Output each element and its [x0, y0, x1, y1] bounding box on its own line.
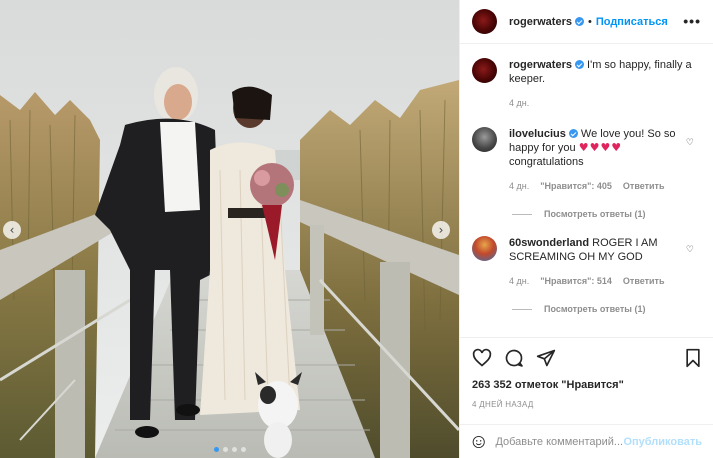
carousel-dot [222, 447, 228, 452]
red-heart-emoji-icon: ♥♥♥♥ [578, 141, 623, 154]
carousel-dot [231, 447, 237, 452]
carousel-prev-button[interactable]: ‹ [3, 221, 21, 239]
emoji-smiley-icon[interactable] [472, 432, 485, 452]
comment-bubble-icon[interactable] [504, 348, 524, 368]
comment-like-heart-icon[interactable]: ♡ [686, 138, 694, 148]
carousel-dot [213, 447, 219, 452]
view-replies-button[interactable]: Посмотреть ответы (1) [512, 304, 702, 314]
carousel-next-button[interactable]: › [432, 221, 450, 239]
comments-list: rogerwaters I'm so happy, finally a keep… [460, 58, 713, 314]
carousel-indicator [0, 447, 459, 452]
comment-avatar[interactable] [472, 127, 497, 152]
comment-composer: Опубликовать [460, 424, 713, 458]
comment-time[interactable]: 4 дн. [509, 179, 529, 193]
comment-meta: 4 дн. "Нравится": 405 Ответить [509, 179, 699, 193]
caption-username[interactable]: rogerwaters [509, 59, 572, 71]
carousel-dot [240, 447, 246, 452]
comment-like-heart-icon[interactable]: ♡ [686, 245, 694, 255]
wedding-photo [0, 0, 459, 458]
caption-avatar[interactable] [472, 58, 497, 83]
comment-body: 60swonderland ROGER I AM SCREAMING OH MY… [509, 236, 699, 288]
caption-meta: 4 дн. [509, 96, 699, 110]
header-separator: • [587, 15, 592, 28]
caption-time[interactable]: 4 дн. [509, 96, 529, 110]
comment-like-count[interactable]: "Нравится": 405 [540, 179, 612, 193]
action-icons [472, 338, 702, 378]
bookmark-icon[interactable] [684, 348, 702, 368]
verified-badge-icon [574, 60, 584, 69]
reply-button[interactable]: Ответить [623, 179, 665, 193]
chevron-right-icon: › [438, 223, 444, 237]
reply-button[interactable]: Ответить [623, 274, 665, 288]
view-replies-label: Посмотреть ответы (1) [544, 209, 646, 219]
comment-input[interactable] [495, 435, 624, 448]
caption-body: rogerwaters I'm so happy, finally a keep… [509, 58, 699, 110]
comment-item: 60swonderland ROGER I AM SCREAMING OH MY… [472, 236, 702, 288]
publish-button[interactable]: Опубликовать [623, 436, 702, 448]
post-side-panel: rogerwaters • Подписаться ••• rogerwater… [459, 0, 713, 458]
instagram-post: ‹ › rogerwaters • Подписаться ••• rogerw… [0, 0, 713, 458]
author-username[interactable]: rogerwaters [509, 16, 572, 28]
comment-meta: 4 дн. "Нравится": 514 Ответить [509, 274, 699, 288]
view-replies-label: Посмотреть ответы (1) [544, 304, 646, 314]
post-photo[interactable]: ‹ › [0, 0, 459, 458]
comment-time[interactable]: 4 дн. [509, 274, 529, 288]
follow-button[interactable]: Подписаться [596, 16, 668, 28]
comment-username[interactable]: 60swonderland [509, 237, 589, 249]
comment-item: ilovelucius We love you! So so happy for… [472, 127, 702, 193]
post-header: rogerwaters • Подписаться ••• [460, 0, 713, 44]
post-date[interactable]: 4 ДНЕЙ НАЗАД [472, 400, 702, 409]
like-count[interactable]: 263 352 отметок "Нравится" [472, 379, 702, 391]
more-options-icon[interactable]: ••• [683, 13, 701, 29]
comment-like-count[interactable]: "Нравится": 514 [540, 274, 612, 288]
view-replies-button[interactable]: Посмотреть ответы (1) [512, 209, 702, 219]
replies-divider [512, 213, 532, 215]
verified-badge-icon [574, 17, 584, 26]
author-avatar[interactable] [472, 9, 497, 34]
replies-divider [512, 308, 532, 310]
chevron-left-icon: ‹ [9, 223, 15, 237]
comment-text-continued: congratulations [509, 156, 584, 168]
share-send-icon[interactable] [536, 348, 556, 368]
comment-body: ilovelucius We love you! So so happy for… [509, 127, 699, 193]
comment-avatar[interactable] [472, 236, 497, 261]
caption: rogerwaters I'm so happy, finally a keep… [472, 58, 702, 110]
comment-username[interactable]: ilovelucius [509, 128, 566, 140]
like-heart-icon[interactable] [472, 348, 492, 368]
verified-badge-icon [568, 129, 578, 138]
